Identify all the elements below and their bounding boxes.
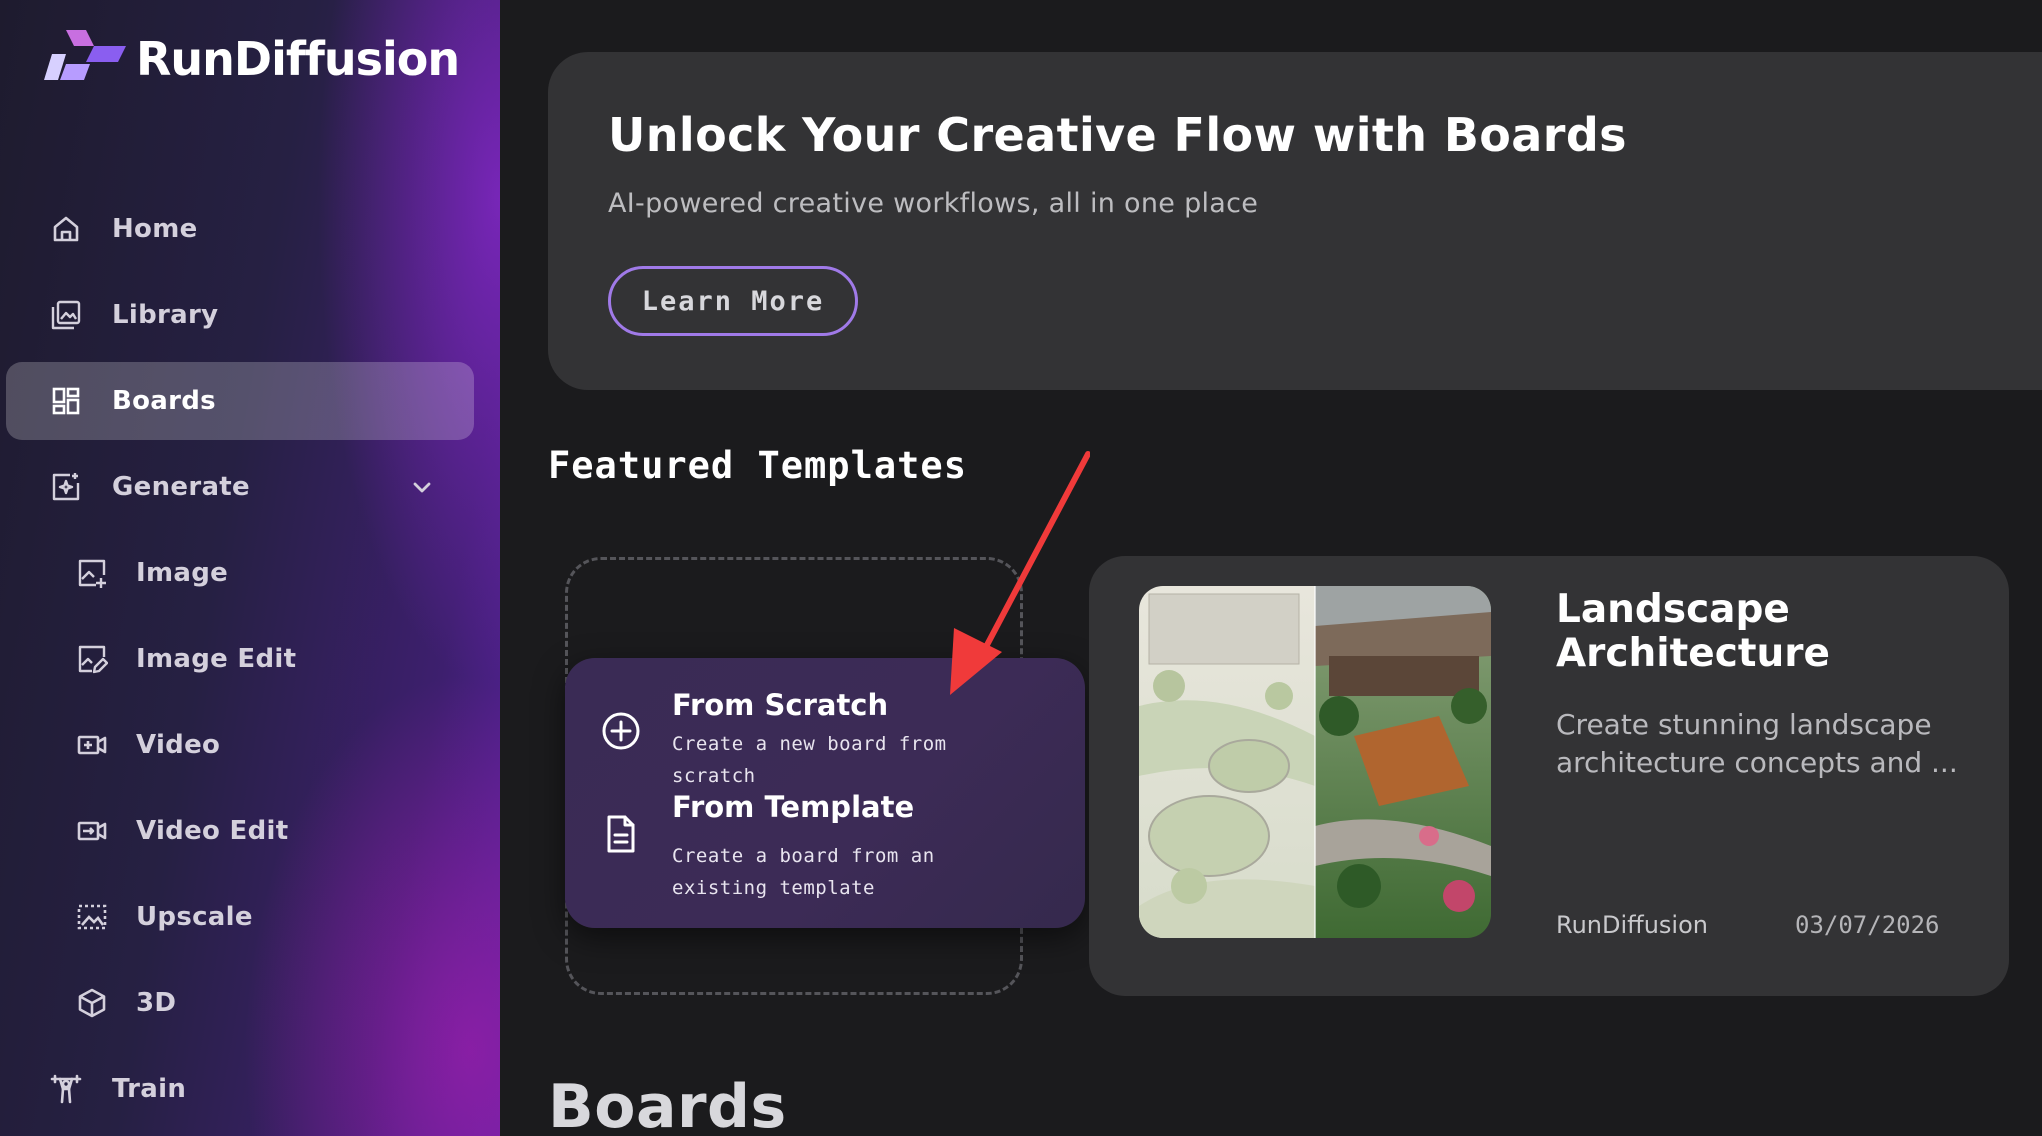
document-icon <box>601 814 641 854</box>
sidebar-item-video[interactable]: Video <box>6 706 474 784</box>
featured-templates-heading: Featured Templates <box>548 444 967 487</box>
sidebar-item-video-edit[interactable]: Video Edit <box>6 792 474 870</box>
sidebar-item-label: 3D <box>136 988 177 1018</box>
from-template-option[interactable]: From Template Create a board from an exi… <box>565 790 1085 910</box>
sidebar-item-label: Upscale <box>136 902 253 932</box>
boards-heading: Boards <box>548 1072 787 1136</box>
sidebar-item-boards[interactable]: Boards <box>6 362 474 440</box>
sidebar-item-label: Image Edit <box>136 644 297 674</box>
video-icon <box>76 729 108 761</box>
template-date: 03/07/2026 <box>1795 911 1940 939</box>
image-edit-icon <box>76 643 108 675</box>
home-icon <box>50 213 82 245</box>
sidebar-item-label: Library <box>112 300 219 330</box>
learn-more-button[interactable]: Learn More <box>608 266 858 336</box>
sidebar-item-image[interactable]: Image <box>6 534 474 612</box>
sidebar-item-train[interactable]: Train <box>6 1050 474 1128</box>
brand-name: RunDiffusion <box>136 32 460 86</box>
image-add-icon <box>76 557 108 589</box>
from-template-title: From Template <box>672 790 915 824</box>
sidebar-item-label: Generate <box>112 472 250 502</box>
template-card-landscape-architecture[interactable]: Landscape Architecture Create stunning l… <box>1089 556 2009 996</box>
sidebar-item-image-edit[interactable]: Image Edit <box>6 620 474 698</box>
generate-icon <box>50 471 82 503</box>
video-edit-icon <box>76 815 108 847</box>
sidebar-item-home[interactable]: Home <box>6 190 474 268</box>
boards-hero-banner: Unlock Your Creative Flow with Boards AI… <box>548 52 2042 390</box>
sidebar-item-label: Home <box>112 214 198 244</box>
sidebar-item-label: Image <box>136 558 229 588</box>
template-title: Landscape Architecture <box>1556 587 1830 676</box>
sidebar-item-label: Video Edit <box>136 816 289 846</box>
sidebar-item-label: Train <box>112 1074 187 1104</box>
hero-title: Unlock Your Creative Flow with Boards <box>608 108 1627 162</box>
from-scratch-title: From Scratch <box>672 688 889 722</box>
plus-circle-icon <box>601 711 641 751</box>
from-scratch-option[interactable]: From Scratch Create a new board from scr… <box>565 688 1085 787</box>
upscale-icon <box>76 901 108 933</box>
train-icon <box>50 1073 82 1105</box>
cube-icon <box>76 987 108 1019</box>
chevron-down-icon[interactable] <box>410 475 434 499</box>
sidebar-item-library[interactable]: Library <box>6 276 474 354</box>
sidebar-item-upscale[interactable]: Upscale <box>6 878 474 956</box>
template-author: RunDiffusion <box>1556 911 1708 939</box>
sidebar-item-label: Video <box>136 730 221 760</box>
hero-subtitle: AI-powered creative workflows, all in on… <box>608 188 1259 219</box>
sidebar-item-label: Boards <box>112 386 216 416</box>
from-template-description: Create a board from an existing template <box>672 845 935 899</box>
template-thumbnail <box>1139 586 1491 938</box>
sidebar-nav: Home Library Boards Generate Image Image… <box>6 190 474 1136</box>
rundiffusion-logo-icon <box>44 30 126 80</box>
library-icon <box>50 299 82 331</box>
template-description: Create stunning landscape architecture c… <box>1556 708 1958 779</box>
sidebar: RunDiffusion Home Library Boards Generat… <box>0 0 500 1136</box>
brand[interactable]: RunDiffusion <box>36 24 460 94</box>
new-board-menu: From Scratch Create a new board from scr… <box>565 658 1085 928</box>
boards-icon <box>50 385 82 417</box>
from-scratch-description: Create a new board from scratch <box>672 733 947 787</box>
sidebar-item-3d[interactable]: 3D <box>6 964 474 1042</box>
sidebar-item-generate[interactable]: Generate <box>6 448 474 526</box>
